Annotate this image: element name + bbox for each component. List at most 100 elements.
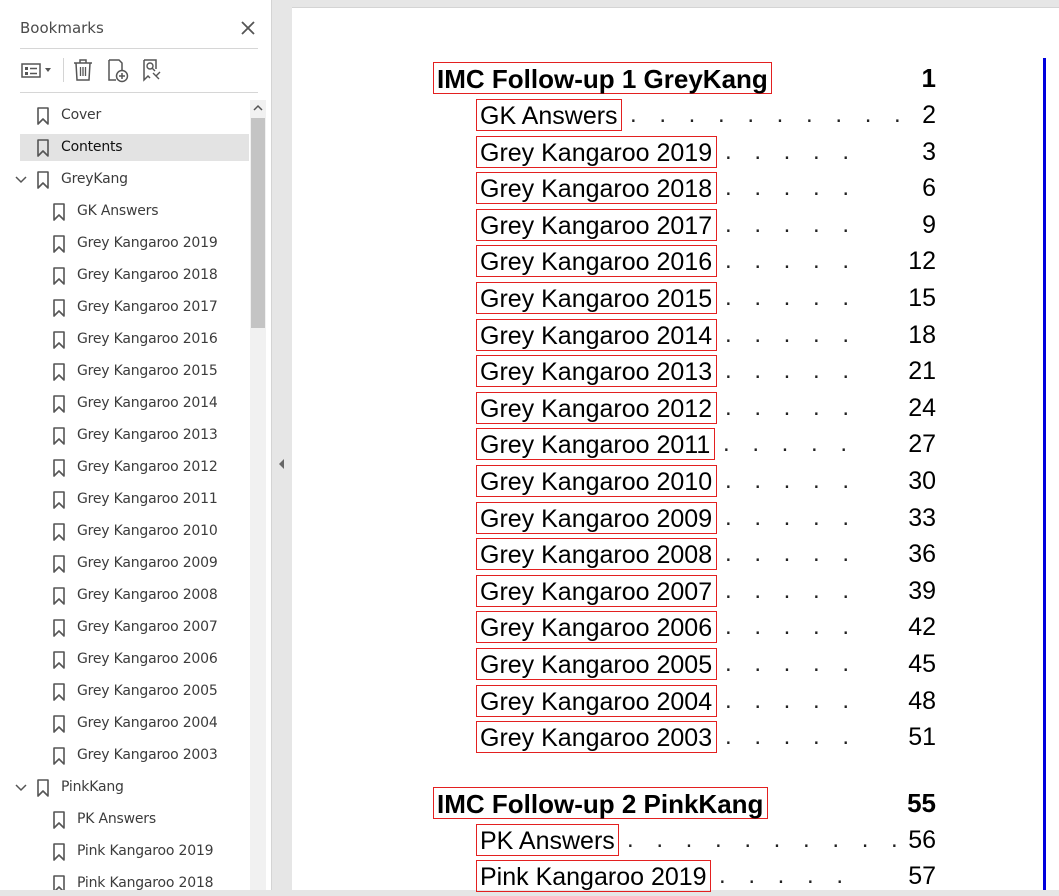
bookmark-child-item[interactable]: Grey Kangaroo 2007 [20,614,249,641]
options-menu-button[interactable] [18,56,58,84]
toc-link[interactable]: Grey Kangaroo 2004 [476,684,717,717]
toc-link[interactable]: Grey Kangaroo 2010 [476,465,717,497]
toc-section-entry: Grey Kangaroo 2008 . . . . . 36 [476,538,936,574]
toc-link[interactable]: Grey Kangaroo 2017 [476,208,717,241]
toc-link[interactable]: Grey Kangaroo 2008 [476,538,717,571]
bookmark-label: Grey Kangaroo 2018 [77,267,218,283]
bookmark-label: Grey Kangaroo 2019 [77,235,218,251]
bookmark-child-item[interactable]: Grey Kangaroo 2012 [20,454,249,481]
toc-link[interactable]: Grey Kangaroo 2019 [476,135,717,168]
toc-entry-title: Grey Kangaroo 2007 [480,577,713,606]
panel-splitter[interactable] [272,0,292,890]
toc-link[interactable]: Grey Kangaroo 2003 [476,721,717,754]
bookmark-child-item[interactable]: Grey Kangaroo 2009 [20,550,249,577]
toc-link[interactable]: Grey Kangaroo 2015 [476,282,717,314]
bookmark-child-item[interactable]: Pink Kangaroo 2019 [20,838,249,865]
toc-link[interactable]: Grey Kangaroo 2009 [476,501,717,534]
divider [20,92,258,93]
toc-link[interactable]: Grey Kangaroo 2006 [476,611,717,644]
toc-leader-dots: . . . . . [725,247,858,275]
toc-link[interactable]: Grey Kangaroo 2014 [476,318,717,351]
delete-bookmark-button[interactable] [70,56,96,84]
bookmark-label: Grey Kangaroo 2006 [77,651,218,667]
bookmark-child-item[interactable]: PK Answers [20,806,249,833]
toc-page-number: 48 [908,686,936,715]
toc-leader-dots: . . . . . [725,284,858,311]
toc-leader-dots: . . . . . [725,686,858,714]
toc-page-number: 39 [908,576,936,605]
new-bookmark-button[interactable] [104,56,132,84]
bookmark-icon [37,779,49,797]
bookmark-child-item[interactable]: Grey Kangaroo 2011 [20,486,249,513]
toc-section-entry: Grey Kangaroo 2014 . . . . . 18 [476,318,936,355]
toc-page-number: 42 [908,613,936,642]
bookmark-child-item[interactable]: Pink Kangaroo 2018 [20,870,249,890]
toc-entry-title: Grey Kangaroo 2006 [480,614,713,643]
bookmark-icon [37,171,49,189]
bookmark-child-item[interactable]: Grey Kangaroo 2004 [20,710,249,737]
bookmark-child-item[interactable]: Grey Kangaroo 2019 [20,230,249,257]
toc-page-number: 45 [908,650,936,678]
toc-link[interactable]: PK Answers [476,823,619,856]
toc-link[interactable]: Grey Kangaroo 2018 [476,172,717,205]
toc-link[interactable]: Grey Kangaroo 2011 [476,428,715,461]
bookmark-child-item[interactable]: Grey Kangaroo 2008 [20,582,249,609]
bookmark-item[interactable]: GreyKang [15,166,249,193]
close-panel-button[interactable] [236,16,260,40]
toc-entry-title: Grey Kangaroo 2010 [480,468,713,496]
close-icon [241,21,255,35]
toc-link[interactable]: IMC Follow-up 2 PinkKang [433,786,768,819]
toc-section-entry: Grey Kangaroo 2009 . . . . . 33 [476,501,936,538]
toc-entry-title: Grey Kangaroo 2004 [480,687,713,716]
bookmark-from-structure-button[interactable] [138,56,166,84]
bookmarks-scrollbar[interactable] [250,100,266,890]
bookmark-child-item[interactable]: Grey Kangaroo 2013 [20,422,249,449]
bookmark-item[interactable]: Cover [20,102,249,129]
toc-link[interactable]: Pink Kangaroo 2019 [476,860,711,893]
toc-leader-dots: . . . . . [725,357,858,385]
bookmark-child-item[interactable]: Grey Kangaroo 2005 [20,678,249,705]
toc-link[interactable]: Grey Kangaroo 2013 [476,355,717,388]
bookmark-child-item[interactable]: Grey Kangaroo 2017 [20,294,249,321]
toc-page-number: 6 [922,174,936,203]
bookmark-child-item[interactable]: Grey Kangaroo 2016 [20,326,249,353]
chevron-down-icon[interactable] [14,173,28,187]
scroll-up-arrow-icon[interactable] [252,102,264,114]
bookmark-icon [37,107,49,125]
toc-leader-dots: . . . . . [725,467,858,494]
bookmark-item[interactable]: PinkKang [15,774,249,801]
toc-page-number: 18 [908,320,936,349]
bookmark-label: GreyKang [61,171,128,187]
toc-section-entry: Grey Kangaroo 2007 . . . . . 39 [476,574,936,611]
toc-link[interactable]: Grey Kangaroo 2016 [476,245,717,278]
toc-page-number: 56 [908,825,936,854]
bookmark-child-item[interactable]: Grey Kangaroo 2003 [20,742,249,769]
toc-link[interactable]: Grey Kangaroo 2012 [476,391,717,424]
bookmark-label: Cover [61,107,101,123]
toc-chapter-entry: IMC Follow-up 2 PinkKang 55 [433,786,936,823]
bookmark-label: Pink Kangaroo 2018 [77,875,214,890]
bookmark-item[interactable]: Contents [20,134,249,161]
bookmark-child-item[interactable]: Grey Kangaroo 2018 [20,262,249,289]
scrollbar-thumb[interactable] [251,118,265,328]
toc-entry-title: PK Answers [480,826,615,855]
bookmark-icon [53,843,65,861]
chevron-down-icon[interactable] [14,781,28,795]
toc-section-entry: Grey Kangaroo 2013 . . . . . 21 [476,355,936,391]
bookmark-child-item[interactable]: Grey Kangaroo 2015 [20,358,249,385]
toc-page-number: 30 [908,467,936,495]
collapse-panel-arrow-icon[interactable] [278,458,286,470]
toolbar-separator [63,58,64,82]
toc-entry-title: Pink Kangaroo 2019 [480,863,707,892]
toc-link[interactable]: Grey Kangaroo 2007 [476,574,717,607]
toc-link[interactable]: IMC Follow-up 1 GreyKang [433,62,772,94]
bookmark-child-item[interactable]: Grey Kangaroo 2014 [20,390,249,417]
toc-link[interactable]: GK Answers [476,99,622,131]
bookmark-child-item[interactable]: GK Answers [20,198,249,225]
bookmark-child-item[interactable]: Grey Kangaroo 2010 [20,518,249,545]
toc-section-entry: Grey Kangaroo 2004 . . . . . 48 [476,684,936,721]
bookmark-child-item[interactable]: Grey Kangaroo 2006 [20,646,249,673]
toc-section-entry: GK Answers . . . . . . . . . . 2 [476,99,936,135]
bookmark-label: Grey Kangaroo 2009 [77,555,218,571]
toc-link[interactable]: Grey Kangaroo 2005 [476,648,717,680]
